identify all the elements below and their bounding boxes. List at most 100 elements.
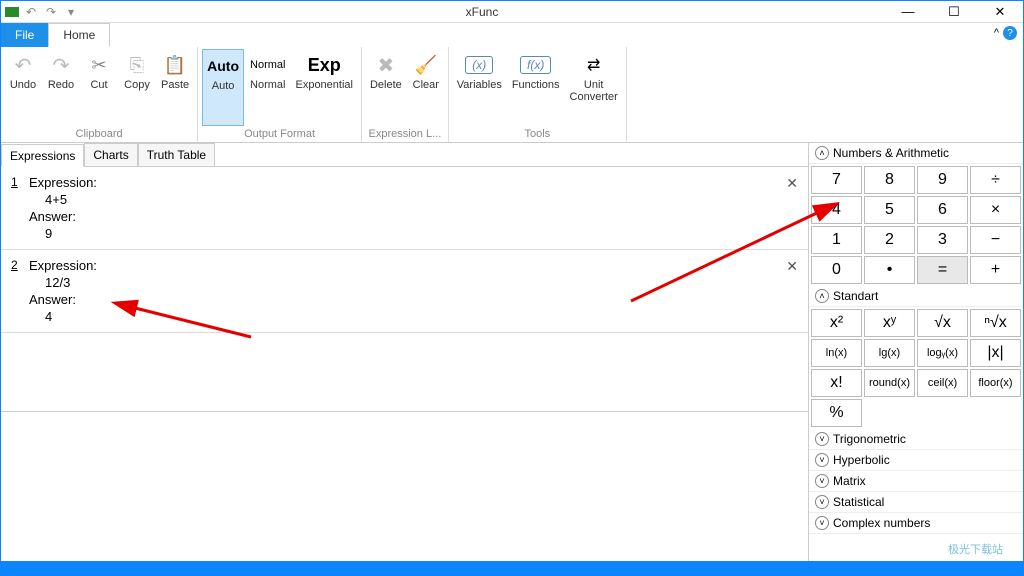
collapse-ribbon-icon[interactable]: ^ <box>994 27 999 39</box>
cat-complex-header[interactable]: ˅Complex numbers <box>809 513 1023 534</box>
format-exponential-button[interactable]: ExpExponential <box>291 49 357 126</box>
key-2[interactable]: 2 <box>864 226 915 254</box>
chevron-down-icon: ˅ <box>815 432 829 446</box>
redo-icon: ↷ <box>53 53 70 77</box>
key-ⁿ√x[interactable]: ⁿ√x <box>970 309 1021 337</box>
key-round(x)[interactable]: round(x) <box>864 369 915 397</box>
format-auto-button[interactable]: AutoAuto <box>202 49 244 126</box>
key-ln(x)[interactable]: ln(x) <box>811 339 862 367</box>
chevron-up-icon: ˄ <box>815 146 829 160</box>
group-output-label: Output Format <box>202 126 357 142</box>
qat-redo[interactable]: ↷ <box>43 4 59 20</box>
key-√x[interactable]: √x <box>917 309 968 337</box>
chevron-down-icon: ˅ <box>815 474 829 488</box>
key-+[interactable]: + <box>970 256 1021 284</box>
key-×[interactable]: × <box>970 196 1021 224</box>
key-÷[interactable]: ÷ <box>970 166 1021 194</box>
expression-label: Expression: <box>29 258 778 273</box>
key-6[interactable]: 6 <box>917 196 968 224</box>
exp-icon: Exp <box>308 53 341 77</box>
undo-button[interactable]: ↶Undo <box>5 49 41 126</box>
expression-label: Expression: <box>29 175 778 190</box>
auto-icon: Auto <box>207 54 239 78</box>
copy-button[interactable]: ⎘Copy <box>119 49 155 126</box>
undo-icon: ↶ <box>15 53 32 77</box>
variables-icon: (x) <box>465 53 493 77</box>
key-floor(x)[interactable]: floor(x) <box>970 369 1021 397</box>
qat-dropdown[interactable]: ▾ <box>63 4 79 20</box>
key-1[interactable]: 1 <box>811 226 862 254</box>
key-logᵧ(x)[interactable]: logᵧ(x) <box>917 339 968 367</box>
subtab-charts[interactable]: Charts <box>84 143 137 166</box>
cut-button[interactable]: ✂Cut <box>81 49 117 126</box>
key-5[interactable]: 5 <box>864 196 915 224</box>
key-8[interactable]: 8 <box>864 166 915 194</box>
cat-matrix-header[interactable]: ˅Matrix <box>809 471 1023 492</box>
key-7[interactable]: 7 <box>811 166 862 194</box>
answer-value: 4 <box>45 309 778 324</box>
paste-icon: 📋 <box>164 53 186 77</box>
redo-button[interactable]: ↷Redo <box>43 49 79 126</box>
key-•[interactable]: • <box>864 256 915 284</box>
maximize-button[interactable]: ☐ <box>931 1 977 23</box>
remove-item-button[interactable]: ✕ <box>786 175 798 192</box>
broom-icon: 🧹 <box>415 53 437 77</box>
normal-icon: Normal <box>250 53 285 77</box>
cat-standart-header[interactable]: ˄Standart <box>809 286 1023 307</box>
side-panel: ˄Numbers & Arithmetic 789÷ 456× 123− 0•=+ ˄… <box>809 143 1023 561</box>
qat-undo[interactable]: ↶ <box>23 4 39 20</box>
tab-home[interactable]: Home <box>48 23 110 47</box>
key-x![interactable]: x! <box>811 369 862 397</box>
cat-numbers-header[interactable]: ˄Numbers & Arithmetic <box>809 143 1023 164</box>
key-=[interactable]: = <box>917 256 968 284</box>
key-3[interactable]: 3 <box>917 226 968 254</box>
cat-hyperbolic-header[interactable]: ˅Hyperbolic <box>809 450 1023 471</box>
chevron-up-icon: ˄ <box>815 289 829 303</box>
group-clipboard-label: Clipboard <box>5 126 193 142</box>
unit-converter-button[interactable]: ⇄Unit Converter <box>566 49 622 126</box>
key-x²[interactable]: x² <box>811 309 862 337</box>
chevron-down-icon: ˅ <box>815 495 829 509</box>
item-index: 1 <box>11 175 18 189</box>
subtab-expressions[interactable]: Expressions <box>1 144 84 167</box>
group-exprlist-label: Expression L... <box>366 126 444 142</box>
expression-item[interactable]: 1 Expression: 4+5 Answer: 9 ✕ <box>1 167 808 250</box>
key-−[interactable]: − <box>970 226 1021 254</box>
minimize-button[interactable]: — <box>885 1 931 23</box>
answer-label: Answer: <box>29 209 778 224</box>
key-4[interactable]: 4 <box>811 196 862 224</box>
close-button[interactable]: ✕ <box>977 1 1023 23</box>
key-lg(x)[interactable]: lg(x) <box>864 339 915 367</box>
delete-button[interactable]: ✖Delete <box>366 49 406 126</box>
copy-icon: ⎘ <box>130 53 144 77</box>
clear-button[interactable]: 🧹Clear <box>408 49 444 126</box>
expression-item[interactable]: 2 Expression: 12/3 Answer: 4 ✕ <box>1 250 808 333</box>
watermark: 极光下载站 <box>948 541 1003 557</box>
cat-trig-header[interactable]: ˅Trigonometric <box>809 429 1023 450</box>
paste-button[interactable]: 📋Paste <box>157 49 193 126</box>
variables-button[interactable]: (x)Variables <box>453 49 506 126</box>
numbers-keypad: 789÷ 456× 123− 0•=+ <box>809 164 1023 286</box>
format-normal-button[interactable]: NormalNormal <box>246 49 289 126</box>
help-icon[interactable]: ? <box>1003 26 1017 40</box>
key-xʸ[interactable]: xʸ <box>864 309 915 337</box>
key-9[interactable]: 9 <box>917 166 968 194</box>
key-0[interactable]: 0 <box>811 256 862 284</box>
functions-icon: f(x) <box>520 53 551 77</box>
remove-item-button[interactable]: ✕ <box>786 258 798 275</box>
tab-file[interactable]: File <box>1 23 48 47</box>
menu-tabs: File Home ^ ? <box>1 23 1023 47</box>
functions-button[interactable]: f(x)Functions <box>508 49 564 126</box>
app-icon <box>5 7 19 17</box>
answer-value: 9 <box>45 226 778 241</box>
subtab-truth-table[interactable]: Truth Table <box>138 143 215 166</box>
key-|x|[interactable]: |x| <box>970 339 1021 367</box>
key-%[interactable]: % <box>811 399 862 427</box>
cat-statistical-header[interactable]: ˅Statistical <box>809 492 1023 513</box>
input-pane[interactable] <box>1 411 808 561</box>
item-index: 2 <box>11 258 18 272</box>
chevron-down-icon: ˅ <box>815 453 829 467</box>
chevron-down-icon: ˅ <box>815 516 829 530</box>
key-ceil(x)[interactable]: ceil(x) <box>917 369 968 397</box>
scissors-icon: ✂ <box>91 53 106 77</box>
